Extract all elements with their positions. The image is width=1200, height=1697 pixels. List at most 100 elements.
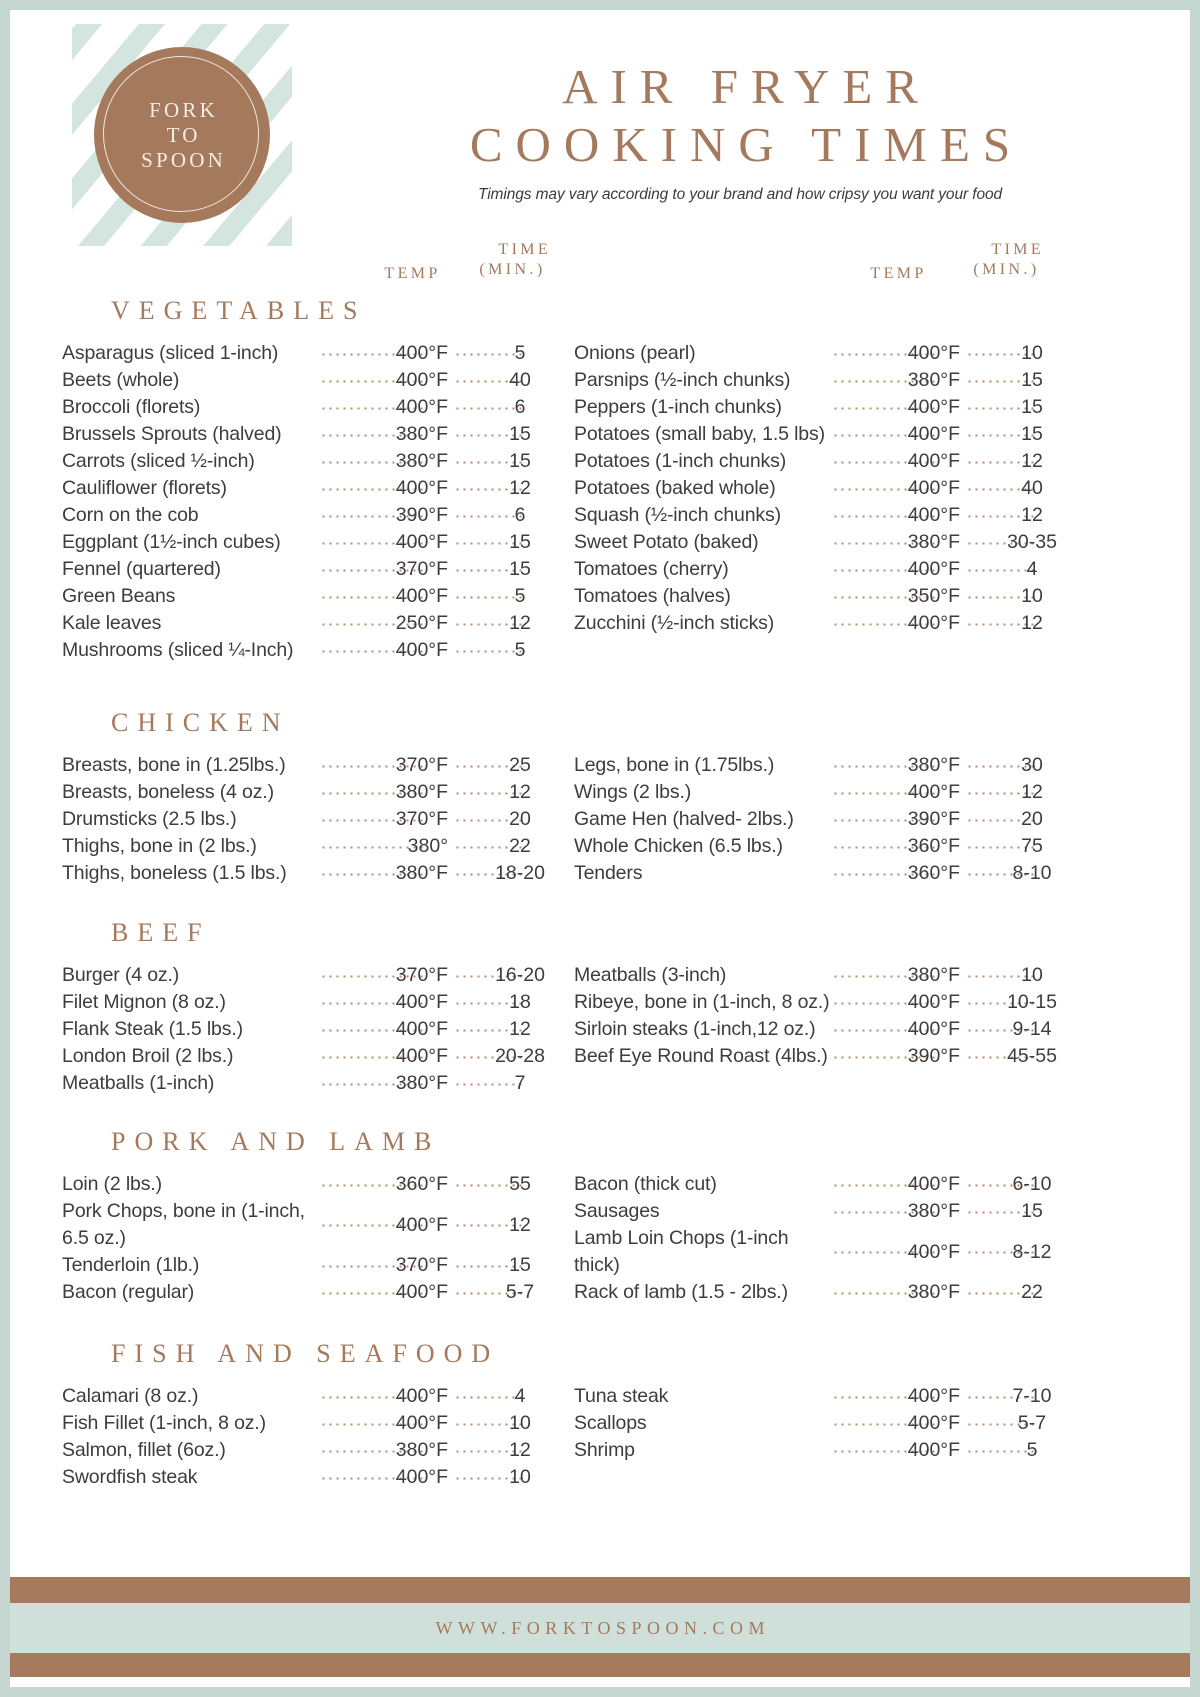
food-name: Whole Chicken (6.5 lbs.) bbox=[574, 835, 783, 857]
table-row: Parsnips (½-inch chunks) 380°F 15 bbox=[574, 367, 1084, 394]
table-row: Eggplant (1½-inch cubes) 400°F 15 bbox=[62, 529, 572, 556]
food-name: Meatballs (1-inch) bbox=[62, 1072, 215, 1094]
temperature-value: 400°F bbox=[907, 450, 960, 472]
time-value: 10 bbox=[509, 1412, 531, 1434]
table-row: Swordfish steak 400°F 10 bbox=[62, 1464, 572, 1491]
temperature-value: 380°F bbox=[907, 531, 960, 553]
column-header-temp-left: TEMP bbox=[384, 265, 441, 282]
time-value: 15 bbox=[509, 531, 531, 553]
column-right: Meatballs (3-inch) 380°F 10 Ribeye, bone in… bbox=[574, 962, 1084, 1070]
temperature-value: 400°F bbox=[395, 1281, 448, 1303]
temperature-value: 380° bbox=[407, 835, 448, 857]
food-name: Broccoli (florets) bbox=[62, 396, 201, 418]
time-value: 20-28 bbox=[495, 1045, 545, 1067]
temperature-value: 380°F bbox=[395, 1072, 448, 1094]
table-row: Burger (4 oz.) 370°F 16-20 bbox=[62, 962, 572, 989]
food-name: Beef Eye Round Roast (4lbs.) bbox=[574, 1045, 828, 1067]
food-name: Peppers (1-inch chunks) bbox=[574, 396, 782, 418]
temperature-value: 400°F bbox=[907, 423, 960, 445]
temperature-value: 370°F bbox=[395, 558, 448, 580]
temperature-value: 400°F bbox=[907, 991, 960, 1013]
temperature-value: 400°F bbox=[907, 1241, 960, 1263]
column-right: Tuna steak 400°F 7-10 Scallops 400°F 5-7 Shrim… bbox=[574, 1383, 1084, 1464]
table-row: Shrimp 400°F 5 bbox=[574, 1437, 1084, 1464]
table-row: Onions (pearl) 400°F 10 bbox=[574, 340, 1084, 367]
time-value: 8-12 bbox=[1012, 1241, 1052, 1263]
column-right: Bacon (thick cut) 400°F 6-10 Sausages 380°F 1… bbox=[574, 1171, 1084, 1306]
section-card: FISH AND SEAFOOD Calamari (8 oz.) 400°F 4 Fi… bbox=[10, 1325, 1190, 1575]
food-name: Tomatoes (halves) bbox=[574, 585, 731, 607]
time-value: 4 bbox=[1026, 558, 1038, 580]
table-row: Meatballs (3-inch) 380°F 10 bbox=[574, 962, 1084, 989]
temperature-value: 380°F bbox=[395, 781, 448, 803]
time-value: 40 bbox=[1021, 477, 1043, 499]
table-row: Potatoes (small baby, 1.5 lbs) 400°F 15 bbox=[574, 421, 1084, 448]
time-value: 22 bbox=[1021, 1281, 1043, 1303]
temperature-value: 400°F bbox=[395, 1214, 448, 1236]
table-row: Sausages 380°F 15 bbox=[574, 1198, 1084, 1225]
food-name: Swordfish steak bbox=[62, 1466, 198, 1488]
temperature-value: 400°F bbox=[395, 1385, 448, 1407]
table-row: Mushrooms (sliced ¼-Inch) 400°F 5 bbox=[62, 637, 572, 664]
table-row: Asparagus (sliced 1-inch) 400°F 5 bbox=[62, 340, 572, 367]
table-row: Pork Chops, bone in (1-inch, 6.5 oz.) 400… bbox=[62, 1198, 572, 1252]
time-value: 20 bbox=[509, 808, 531, 830]
logo-striped-block: FORK TO SPOON bbox=[72, 24, 292, 246]
time-value: 15 bbox=[1021, 396, 1043, 418]
brand-logo: FORK TO SPOON bbox=[94, 47, 270, 223]
temperature-value: 400°F bbox=[907, 396, 960, 418]
table-row: Flank Steak (1.5 lbs.) 400°F 12 bbox=[62, 1016, 572, 1043]
temperature-value: 380°F bbox=[907, 1281, 960, 1303]
food-name: Potatoes (small baby, 1.5 lbs) bbox=[574, 423, 825, 445]
time-value: 5 bbox=[514, 342, 526, 364]
footer-band: WWW.FORKTOSPOON.COM bbox=[10, 1603, 1190, 1653]
food-name: Breasts, bone in (1.25lbs.) bbox=[62, 754, 286, 776]
food-name: Meatballs (3-inch) bbox=[574, 964, 727, 986]
food-name: Tenders bbox=[574, 862, 643, 884]
table-row: Carrots (sliced ½-inch) 380°F 15 bbox=[62, 448, 572, 475]
table-row: Beets (whole) 400°F 40 bbox=[62, 367, 572, 394]
food-name: Sweet Potato (baked) bbox=[574, 531, 759, 553]
time-value: 12 bbox=[1021, 781, 1043, 803]
temperature-value: 400°F bbox=[395, 1045, 448, 1067]
time-value: 10 bbox=[509, 1466, 531, 1488]
food-name: Parsnips (½-inch chunks) bbox=[574, 369, 791, 391]
time-value: 12 bbox=[1021, 504, 1043, 526]
time-value: 10 bbox=[1021, 964, 1043, 986]
time-value: 12 bbox=[509, 477, 531, 499]
footer-rule-top bbox=[10, 1577, 1190, 1603]
temperature-value: 400°F bbox=[907, 504, 960, 526]
section-title: FISH AND SEAFOOD bbox=[111, 1339, 500, 1368]
temperature-value: 400°F bbox=[395, 342, 448, 364]
time-value: 12 bbox=[509, 612, 531, 634]
time-value: 12 bbox=[509, 1214, 531, 1236]
time-value: 10 bbox=[1021, 585, 1043, 607]
food-name: Tuna steak bbox=[574, 1385, 669, 1407]
temperature-value: 250°F bbox=[395, 612, 448, 634]
food-name: Cauliflower (florets) bbox=[62, 477, 227, 499]
table-row: Tuna steak 400°F 7-10 bbox=[574, 1383, 1084, 1410]
time-value: 15 bbox=[509, 558, 531, 580]
food-name: Filet Mignon (8 oz.) bbox=[62, 991, 226, 1013]
temperature-value: 400°F bbox=[907, 1439, 960, 1461]
food-name: Shrimp bbox=[574, 1439, 635, 1461]
table-row: Scallops 400°F 5-7 bbox=[574, 1410, 1084, 1437]
table-row: Kale leaves 250°F 12 bbox=[62, 610, 572, 637]
table-row: Bacon (regular) 400°F 5-7 bbox=[62, 1279, 572, 1306]
column-left: Calamari (8 oz.) 400°F 4 Fish Fillet (1-inc… bbox=[62, 1383, 572, 1491]
table-row: Broccoli (florets) 400°F 6 bbox=[62, 394, 572, 421]
time-value: 20 bbox=[1021, 808, 1043, 830]
section-title: BEEF bbox=[111, 918, 211, 947]
table-row: Salmon, fillet (6oz.) 380°F 12 bbox=[62, 1437, 572, 1464]
temperature-value: 400°F bbox=[395, 639, 448, 661]
food-name: Pork Chops, bone in (1-inch, 6.5 oz.) bbox=[62, 1200, 305, 1249]
temperature-value: 370°F bbox=[395, 1254, 448, 1276]
column-right: Onions (pearl) 400°F 10 Parsnips (½-inch ch… bbox=[574, 340, 1084, 637]
temperature-value: 370°F bbox=[395, 964, 448, 986]
time-value: 5 bbox=[1026, 1439, 1038, 1461]
poster-header: FORK TO SPOON AIR FRYER COOKING TIMES Ti… bbox=[10, 10, 1190, 282]
table-row: Zucchini (½-inch sticks) 400°F 12 bbox=[574, 610, 1084, 637]
table-row: Thighs, bone in (2 lbs.) 380° 22 bbox=[62, 833, 572, 860]
column-left: Burger (4 oz.) 370°F 16-20 Filet Mignon (8 … bbox=[62, 962, 572, 1097]
food-name: Flank Steak (1.5 lbs.) bbox=[62, 1018, 243, 1040]
